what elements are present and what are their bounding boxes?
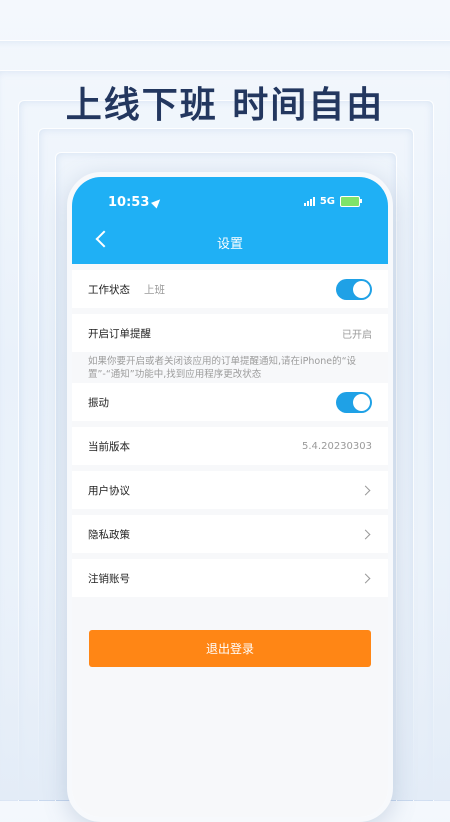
promo-headline: 上线下班 时间自由 xyxy=(65,85,385,126)
work-status-value: 上班 xyxy=(144,283,165,296)
order-reminder-row[interactable]: 开启订单提醒 已开启 xyxy=(72,314,388,352)
vibration-label: 振动 xyxy=(88,396,109,409)
status-bar-indicators: 5G xyxy=(303,196,362,207)
version-value: 5.4.20230303 xyxy=(302,440,372,452)
work-status-toggle[interactable] xyxy=(336,278,372,300)
vibration-toggle[interactable] xyxy=(336,391,372,413)
toggle-knob xyxy=(353,280,370,298)
phone-mockup: 10:53 5G 设置 工作状态 上班 开启订单提醒 已开启 如果你要开启或者关… xyxy=(67,172,393,822)
delete-account-row[interactable]: 注销账号 xyxy=(72,559,388,597)
privacy-policy-label: 隐私政策 xyxy=(88,528,130,541)
status-bar-time: 10:53 xyxy=(108,195,164,210)
toggle-knob xyxy=(353,393,370,411)
version-row: 当前版本 5.4.20230303 xyxy=(72,427,388,465)
network-label: 5G xyxy=(319,196,335,207)
vibration-row: 振动 xyxy=(72,383,388,421)
privacy-policy-row[interactable]: 隐私政策 xyxy=(72,515,388,553)
order-reminder-value: 已开启 xyxy=(342,329,372,341)
signal-icon xyxy=(303,197,315,206)
delete-account-label: 注销账号 xyxy=(88,572,130,585)
user-agreement-row[interactable]: 用户协议 xyxy=(72,471,388,509)
work-status-label: 工作状态 xyxy=(88,283,130,296)
work-status-row: 工作状态 上班 xyxy=(72,270,388,308)
chevron-right-icon xyxy=(360,529,371,539)
chevron-right-icon xyxy=(360,573,371,583)
location-arrow-icon xyxy=(151,196,164,209)
page-title: 设置 xyxy=(216,237,243,252)
user-agreement-label: 用户协议 xyxy=(88,484,130,497)
logout-button[interactable]: 退出登录 xyxy=(89,630,371,667)
order-reminder-label: 开启订单提醒 xyxy=(88,327,151,340)
version-label: 当前版本 xyxy=(88,440,130,453)
order-reminder-note: 如果你要开启或者关闭该应用的订单提醒通知,请在iPhone的“设置”-“通知”功… xyxy=(72,352,388,383)
battery-icon xyxy=(340,196,362,207)
chevron-right-icon xyxy=(360,485,371,495)
settings-list: 工作状态 上班 开启订单提醒 已开启 如果你要开启或者关闭该应用的订单提醒通知,… xyxy=(72,264,388,817)
app-header: 10:53 5G 设置 xyxy=(72,177,388,264)
